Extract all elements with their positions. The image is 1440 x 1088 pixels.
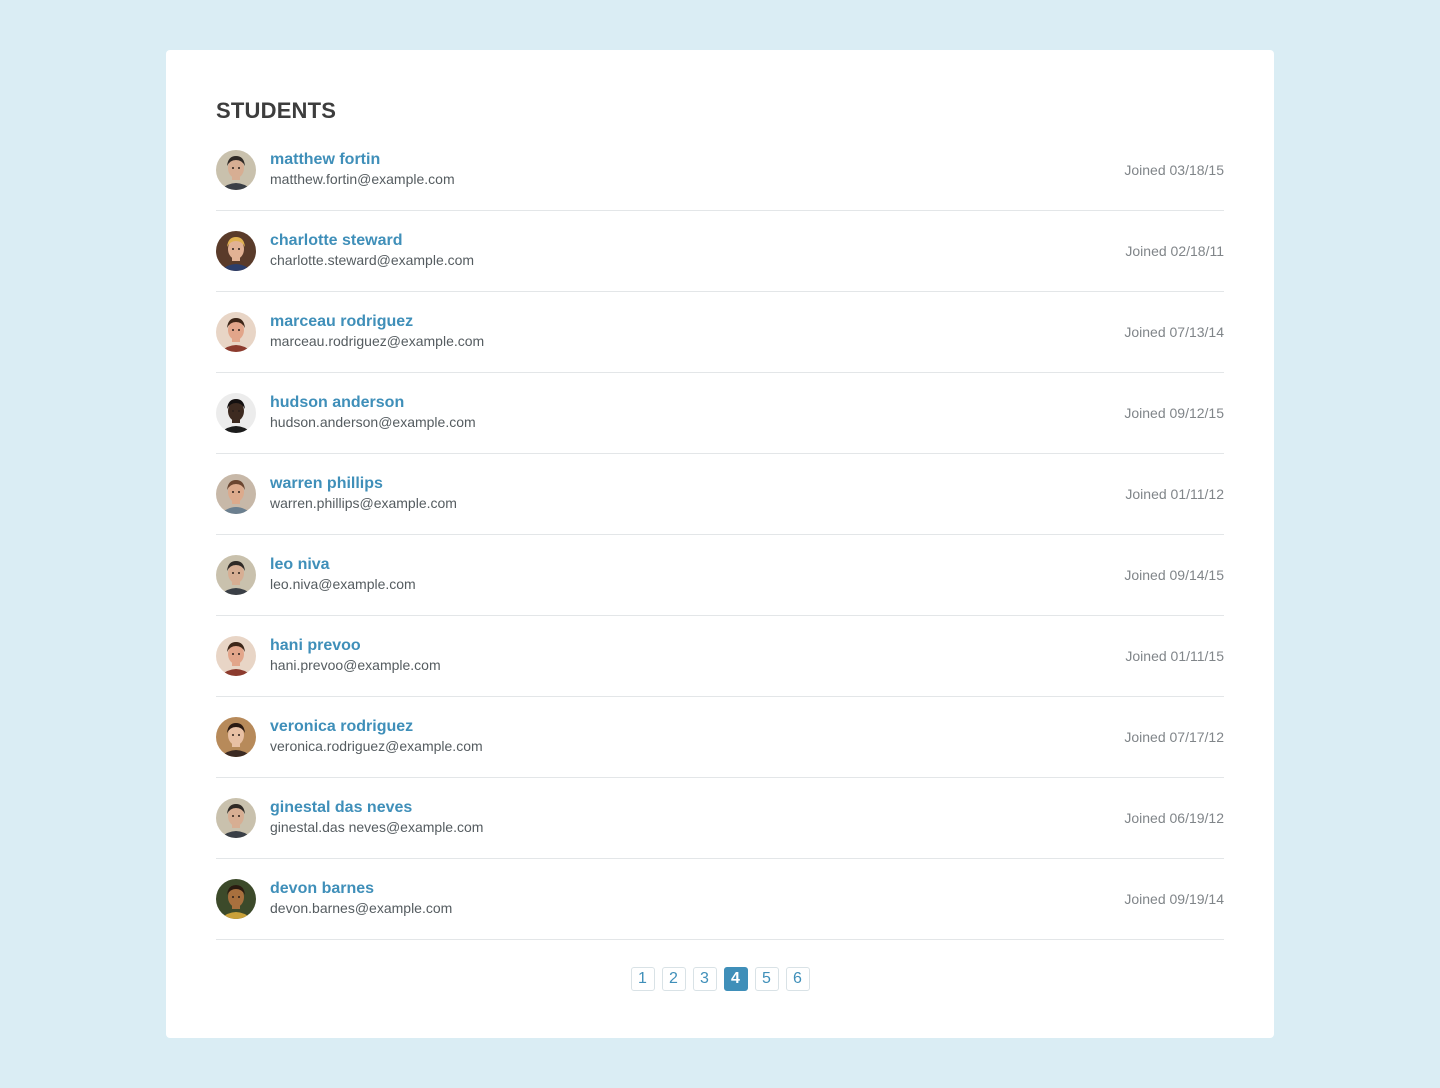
page-title: STUDENTS [216, 98, 337, 123]
avatar [216, 879, 256, 919]
avatar [216, 636, 256, 676]
joined-date: Joined 09/14/15 [1124, 567, 1224, 583]
avatar [216, 231, 256, 271]
student-email: veronica.rodriguez@example.com [270, 738, 483, 754]
avatar [216, 393, 256, 433]
student-row: warren phillips warren.phillips@example.c… [216, 454, 1224, 535]
joined-date: Joined 01/11/12 [1125, 486, 1224, 502]
joined-date: Joined 02/18/11 [1125, 243, 1224, 259]
pagination: 123456 [166, 967, 1274, 991]
student-name-link[interactable]: hudson anderson [270, 393, 404, 413]
avatar [216, 312, 256, 352]
student-row: ginestal das neves ginestal.das neves@exa… [216, 778, 1224, 859]
student-email: matthew.fortin@example.com [270, 171, 455, 187]
page-button-6[interactable]: 6 [785, 967, 810, 991]
student-row: charlotte steward charlotte.steward@examp… [216, 211, 1224, 292]
student-name-link[interactable]: matthew fortin [270, 150, 380, 170]
avatar [216, 717, 256, 757]
student-row: marceau rodriguez marceau.rodriguez@examp… [216, 292, 1224, 373]
student-name-link[interactable]: devon barnes [270, 879, 374, 899]
student-row: matthew fortin matthew.fortin@example.com… [216, 130, 1224, 211]
student-email: hudson.anderson@example.com [270, 414, 476, 430]
student-email: marceau.rodriguez@example.com [270, 333, 485, 349]
student-name-link[interactable]: hani prevoo [270, 636, 361, 656]
avatar [216, 555, 256, 595]
page-button-1[interactable]: 1 [630, 967, 655, 991]
joined-date: Joined 03/18/15 [1124, 162, 1224, 178]
joined-date: Joined 07/13/14 [1124, 324, 1224, 340]
student-name-link[interactable]: ginestal das neves [270, 798, 412, 818]
student-name-link[interactable]: charlotte steward [270, 231, 402, 251]
avatar [216, 474, 256, 514]
joined-date: Joined 09/19/14 [1124, 891, 1224, 907]
page-button-3[interactable]: 3 [692, 967, 717, 991]
student-row: veronica rodriguez veronica.rodriguez@exa… [216, 697, 1224, 778]
student-name-link[interactable]: marceau rodriguez [270, 312, 413, 332]
student-name-link[interactable]: veronica rodriguez [270, 717, 413, 737]
student-email: hani.prevoo@example.com [270, 657, 441, 673]
avatar [216, 150, 256, 190]
joined-date: Joined 01/11/15 [1125, 648, 1224, 664]
student-row: leo niva leo.niva@example.com Joined 09/14… [216, 535, 1224, 616]
avatar [216, 798, 256, 838]
student-name-link[interactable]: warren phillips [270, 474, 383, 494]
student-row: hani prevoo hani.prevoo@example.com Joined… [216, 616, 1224, 697]
joined-date: Joined 09/12/15 [1124, 405, 1224, 421]
joined-date: Joined 07/17/12 [1124, 729, 1224, 745]
student-email: leo.niva@example.com [270, 576, 416, 592]
page-button-5[interactable]: 5 [754, 967, 779, 991]
student-email: charlotte.steward@example.com [270, 252, 475, 268]
joined-date: Joined 06/19/12 [1124, 810, 1224, 826]
student-email: ginestal.das neves@example.com [270, 819, 484, 835]
student-email: devon.barnes@example.com [270, 900, 453, 916]
student-email: warren.phillips@example.com [270, 495, 457, 511]
student-row: hudson anderson hudson.anderson@example.c… [216, 373, 1224, 454]
student-row: devon barnes devon.barnes@example.com Join… [216, 859, 1224, 940]
student-list: matthew fortin matthew.fortin@example.com… [216, 130, 1224, 940]
page-button-4[interactable]: 4 [723, 967, 748, 991]
student-name-link[interactable]: leo niva [270, 555, 330, 575]
students-card: STUDENTS matthew fortin matthew.fortin@ex… [166, 50, 1274, 1038]
page-button-2[interactable]: 2 [661, 967, 686, 991]
